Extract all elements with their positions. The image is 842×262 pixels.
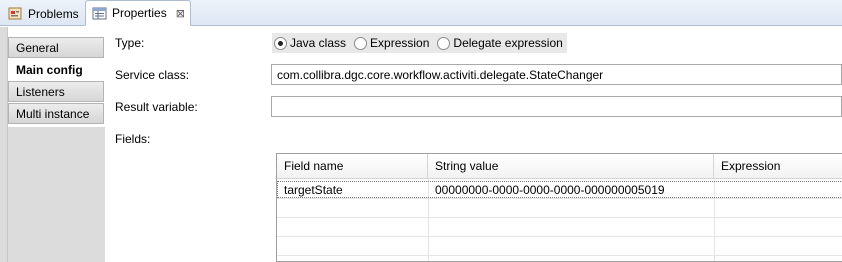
tab-problems[interactable]: Problems — [2, 1, 84, 26]
sidebar-empty-area — [8, 127, 105, 262]
row-divider — [277, 217, 842, 218]
sidebar-item-general[interactable]: General — [8, 37, 104, 58]
radio-delegate-expression-label: Delegate expression — [453, 36, 563, 50]
type-radio-group: Java class Expression Delegate expressio… — [272, 33, 567, 53]
cell-string-value[interactable]: 00000000-0000-0000-0000-000000005019 — [428, 181, 714, 199]
problems-icon — [8, 6, 23, 21]
sidebar-item-label: Main config — [16, 62, 83, 77]
sidebar-item-label: Listeners — [16, 84, 65, 99]
tab-problems-label: Problems — [28, 6, 79, 21]
result-variable-label: Result variable: — [115, 100, 198, 114]
sidebar-strip — [0, 27, 8, 262]
sidebar-item-multi-instance[interactable]: Multi instance — [8, 103, 104, 124]
cell-expression[interactable] — [714, 181, 842, 199]
radio-delegate-expression[interactable]: Delegate expression — [437, 36, 563, 50]
view-tab-bar: Problems Properties ⊠ — [0, 0, 842, 26]
radio-java-class[interactable]: Java class — [274, 36, 346, 50]
radio-expression[interactable]: Expression — [354, 36, 429, 50]
radio-expression-dot[interactable] — [354, 36, 368, 50]
result-variable-input[interactable] — [271, 96, 842, 117]
radio-java-class-label: Java class — [290, 36, 347, 50]
row-divider — [277, 255, 842, 256]
column-header-field-name[interactable]: Field name — [277, 154, 428, 179]
sidebar-item-label: General — [16, 40, 59, 55]
column-header-string-value[interactable]: String value — [428, 154, 714, 179]
column-header-expression[interactable]: Expression — [714, 154, 842, 179]
service-class-input[interactable]: com.collibra.dgc.core.workflow.activiti.… — [271, 64, 842, 85]
sidebar-item-listeners[interactable]: Listeners — [8, 81, 104, 102]
close-icon[interactable]: ⊠ — [176, 7, 185, 20]
type-label: Type: — [115, 36, 145, 50]
fields-label: Fields: — [115, 132, 151, 146]
service-class-label: Service class: — [115, 68, 190, 82]
sidebar-item-main-config[interactable]: Main config — [8, 59, 104, 80]
tab-properties[interactable]: Properties ⊠ — [85, 0, 191, 26]
cell-field-name[interactable]: targetState — [277, 181, 428, 199]
fields-table[interactable]: Field name String value Expression targe… — [276, 153, 842, 262]
sidebar-item-label: Multi instance — [16, 106, 90, 121]
row-divider — [277, 236, 842, 237]
properties-icon — [92, 6, 107, 21]
tab-properties-label: Properties — [112, 6, 167, 20]
radio-delegate-expression-dot[interactable] — [437, 36, 451, 50]
radio-java-class-dot[interactable] — [274, 36, 287, 50]
radio-expression-label: Expression — [370, 36, 430, 50]
